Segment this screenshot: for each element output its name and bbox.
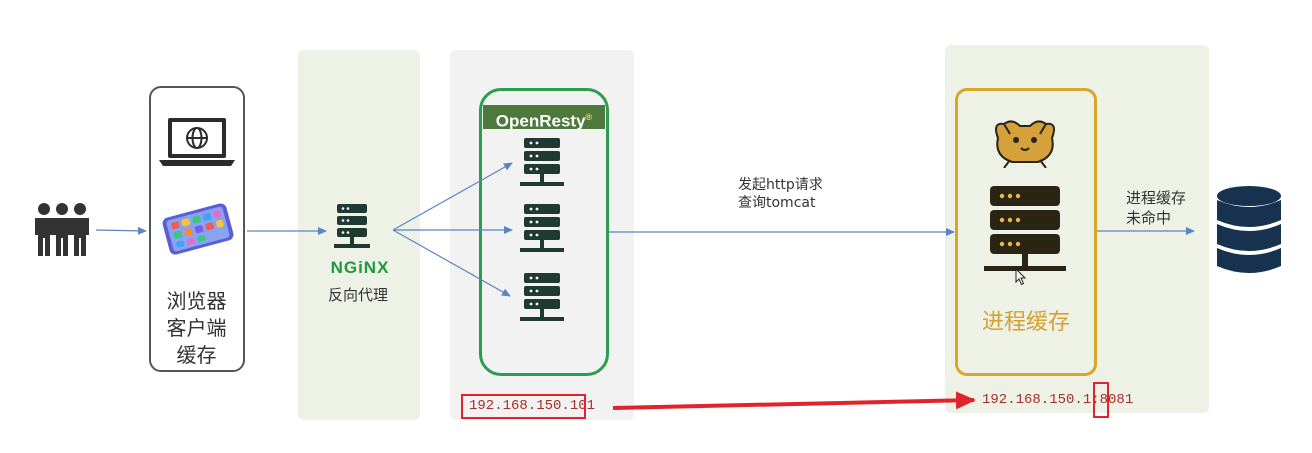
arrow-nginx-to-server-3 (392, 229, 511, 297)
arrow-nginx-to-server-1 (392, 162, 513, 231)
red-arrow-ip-mapping (612, 391, 976, 410)
connection-arrows (95, 162, 1195, 410)
arrow-users-to-browser (95, 226, 147, 235)
